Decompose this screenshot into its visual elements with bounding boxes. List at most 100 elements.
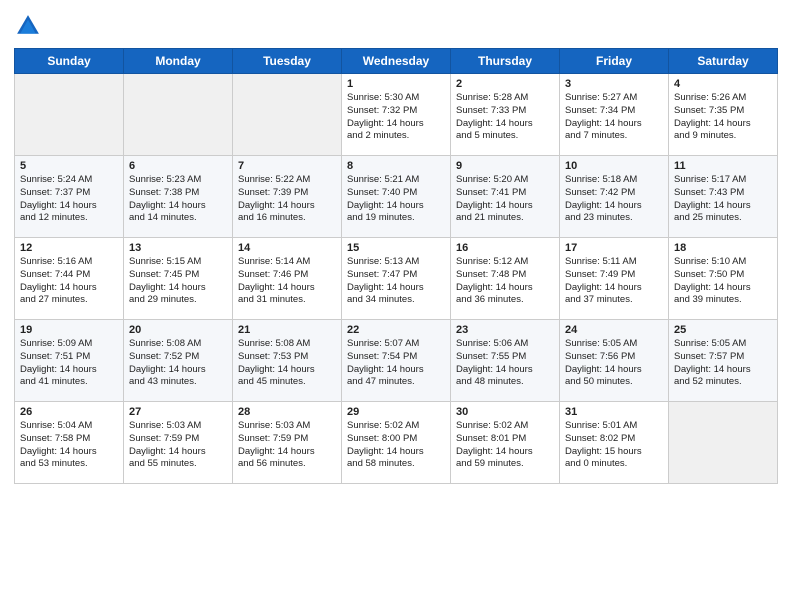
calendar-cell: 31 Sunrise: 5:01 AMSunset: 8:02 PMDayligh… [560, 402, 669, 484]
day-info: Sunrise: 5:22 AMSunset: 7:39 PMDaylight:… [238, 174, 336, 225]
day-number: 30 [456, 406, 554, 418]
calendar-cell [669, 402, 778, 484]
day-info: Sunrise: 5:24 AMSunset: 7:37 PMDaylight:… [20, 174, 118, 225]
day-info: Sunrise: 5:05 AMSunset: 7:57 PMDaylight:… [674, 338, 772, 389]
day-info: Sunrise: 5:26 AMSunset: 7:35 PMDaylight:… [674, 92, 772, 143]
calendar-week-row: 19 Sunrise: 5:09 AMSunset: 7:51 PMDayligh… [15, 320, 778, 402]
page: SundayMondayTuesdayWednesdayThursdayFrid… [0, 0, 792, 612]
calendar-cell: 25Sunrise: 5:05 AMSunset: 7:57 PMDayligh… [669, 320, 778, 402]
day-number: 4 [674, 78, 772, 90]
calendar-week-row: 26Sunrise: 5:04 AMSunset: 7:58 PMDayligh… [15, 402, 778, 484]
day-info: Sunrise: 5:27 AMSunset: 7:34 PMDaylight:… [565, 92, 663, 143]
calendar-table: SundayMondayTuesdayWednesdayThursdayFrid… [14, 48, 778, 484]
weekday-header-row: SundayMondayTuesdayWednesdayThursdayFrid… [15, 49, 778, 74]
weekday-header: Monday [124, 49, 233, 74]
day-info: Sunrise: 5:14 AMSunset: 7:46 PMDaylight:… [238, 256, 336, 307]
day-info: Sunrise: 5:18 AMSunset: 7:42 PMDaylight:… [565, 174, 663, 225]
day-number: 15 [347, 242, 445, 254]
day-number: 20 [129, 324, 227, 336]
logo-icon [14, 12, 42, 40]
day-number: 10 [565, 160, 663, 172]
day-info: Sunrise: 5:08 AMSunset: 7:53 PMDaylight:… [238, 338, 336, 389]
day-info: Sunrise: 5:23 AMSunset: 7:38 PMDaylight:… [129, 174, 227, 225]
calendar-cell: 8 Sunrise: 5:21 AMSunset: 7:40 PMDaylight… [342, 156, 451, 238]
weekday-header: Friday [560, 49, 669, 74]
calendar-week-row: 1 Sunrise: 5:30 AMSunset: 7:32 PMDaylight… [15, 74, 778, 156]
day-info: Sunrise: 5:16 AMSunset: 7:44 PMDaylight:… [20, 256, 118, 307]
calendar-cell: 27 Sunrise: 5:03 AMSunset: 7:59 PMDayligh… [124, 402, 233, 484]
day-number: 19 [20, 324, 118, 336]
day-number: 5 [20, 160, 118, 172]
day-info: Sunrise: 5:03 AMSunset: 7:59 PMDaylight:… [129, 420, 227, 471]
calendar-cell: 3 Sunrise: 5:27 AMSunset: 7:34 PMDaylight… [560, 74, 669, 156]
weekday-header: Sunday [15, 49, 124, 74]
day-number: 16 [456, 242, 554, 254]
day-number: 28 [238, 406, 336, 418]
calendar-cell [15, 74, 124, 156]
day-info: Sunrise: 5:11 AMSunset: 7:49 PMDaylight:… [565, 256, 663, 307]
day-info: Sunrise: 5:04 AMSunset: 7:58 PMDaylight:… [20, 420, 118, 471]
day-info: Sunrise: 5:02 AMSunset: 8:01 PMDaylight:… [456, 420, 554, 471]
calendar-cell: 29 Sunrise: 5:02 AMSunset: 8:00 PMDayligh… [342, 402, 451, 484]
day-info: Sunrise: 5:06 AMSunset: 7:55 PMDaylight:… [456, 338, 554, 389]
calendar-cell: 9 Sunrise: 5:20 AMSunset: 7:41 PMDaylight… [451, 156, 560, 238]
day-info: Sunrise: 5:08 AMSunset: 7:52 PMDaylight:… [129, 338, 227, 389]
day-info: Sunrise: 5:30 AMSunset: 7:32 PMDaylight:… [347, 92, 445, 143]
day-number: 8 [347, 160, 445, 172]
calendar-cell: 19 Sunrise: 5:09 AMSunset: 7:51 PMDayligh… [15, 320, 124, 402]
day-number: 24 [565, 324, 663, 336]
day-number: 31 [565, 406, 663, 418]
calendar-cell: 24 Sunrise: 5:05 AMSunset: 7:56 PMDayligh… [560, 320, 669, 402]
day-info: Sunrise: 5:02 AMSunset: 8:00 PMDaylight:… [347, 420, 445, 471]
day-number: 17 [565, 242, 663, 254]
day-number: 2 [456, 78, 554, 90]
day-info: Sunrise: 5:21 AMSunset: 7:40 PMDaylight:… [347, 174, 445, 225]
day-info: Sunrise: 5:05 AMSunset: 7:56 PMDaylight:… [565, 338, 663, 389]
calendar-cell: 2 Sunrise: 5:28 AMSunset: 7:33 PMDaylight… [451, 74, 560, 156]
day-number: 12 [20, 242, 118, 254]
weekday-header: Saturday [669, 49, 778, 74]
weekday-header: Tuesday [233, 49, 342, 74]
calendar-cell: 21 Sunrise: 5:08 AMSunset: 7:53 PMDayligh… [233, 320, 342, 402]
calendar-cell: 20 Sunrise: 5:08 AMSunset: 7:52 PMDayligh… [124, 320, 233, 402]
day-info: Sunrise: 5:07 AMSunset: 7:54 PMDaylight:… [347, 338, 445, 389]
logo [14, 12, 46, 40]
calendar-cell: 23Sunrise: 5:06 AMSunset: 7:55 PMDayligh… [451, 320, 560, 402]
day-number: 9 [456, 160, 554, 172]
calendar-cell: 22 Sunrise: 5:07 AMSunset: 7:54 PMDayligh… [342, 320, 451, 402]
calendar-cell: 12 Sunrise: 5:16 AMSunset: 7:44 PMDayligh… [15, 238, 124, 320]
day-info: Sunrise: 5:17 AMSunset: 7:43 PMDaylight:… [674, 174, 772, 225]
calendar-cell: 6Sunrise: 5:23 AMSunset: 7:38 PMDaylight… [124, 156, 233, 238]
calendar-week-row: 12 Sunrise: 5:16 AMSunset: 7:44 PMDayligh… [15, 238, 778, 320]
day-number: 18 [674, 242, 772, 254]
calendar-cell: 4 Sunrise: 5:26 AMSunset: 7:35 PMDaylight… [669, 74, 778, 156]
weekday-header: Wednesday [342, 49, 451, 74]
day-number: 22 [347, 324, 445, 336]
day-number: 21 [238, 324, 336, 336]
day-number: 14 [238, 242, 336, 254]
day-info: Sunrise: 5:01 AMSunset: 8:02 PMDaylight:… [565, 420, 663, 471]
day-info: Sunrise: 5:12 AMSunset: 7:48 PMDaylight:… [456, 256, 554, 307]
day-info: Sunrise: 5:20 AMSunset: 7:41 PMDaylight:… [456, 174, 554, 225]
calendar-cell: 17 Sunrise: 5:11 AMSunset: 7:49 PMDayligh… [560, 238, 669, 320]
day-number: 29 [347, 406, 445, 418]
day-number: 27 [129, 406, 227, 418]
calendar-cell: 13Sunrise: 5:15 AMSunset: 7:45 PMDayligh… [124, 238, 233, 320]
day-number: 11 [674, 160, 772, 172]
weekday-header: Thursday [451, 49, 560, 74]
calendar-cell: 28 Sunrise: 5:03 AMSunset: 7:59 PMDayligh… [233, 402, 342, 484]
calendar-cell [124, 74, 233, 156]
calendar-cell: 14 Sunrise: 5:14 AMSunset: 7:46 PMDayligh… [233, 238, 342, 320]
day-info: Sunrise: 5:28 AMSunset: 7:33 PMDaylight:… [456, 92, 554, 143]
calendar-cell: 7 Sunrise: 5:22 AMSunset: 7:39 PMDaylight… [233, 156, 342, 238]
day-info: Sunrise: 5:15 AMSunset: 7:45 PMDaylight:… [129, 256, 227, 307]
day-number: 3 [565, 78, 663, 90]
calendar-cell: 5 Sunrise: 5:24 AMSunset: 7:37 PMDaylight… [15, 156, 124, 238]
day-number: 7 [238, 160, 336, 172]
calendar-cell: 11 Sunrise: 5:17 AMSunset: 7:43 PMDayligh… [669, 156, 778, 238]
day-info: Sunrise: 5:13 AMSunset: 7:47 PMDaylight:… [347, 256, 445, 307]
calendar-cell: 16 Sunrise: 5:12 AMSunset: 7:48 PMDayligh… [451, 238, 560, 320]
day-info: Sunrise: 5:03 AMSunset: 7:59 PMDaylight:… [238, 420, 336, 471]
day-number: 1 [347, 78, 445, 90]
day-info: Sunrise: 5:09 AMSunset: 7:51 PMDaylight:… [20, 338, 118, 389]
